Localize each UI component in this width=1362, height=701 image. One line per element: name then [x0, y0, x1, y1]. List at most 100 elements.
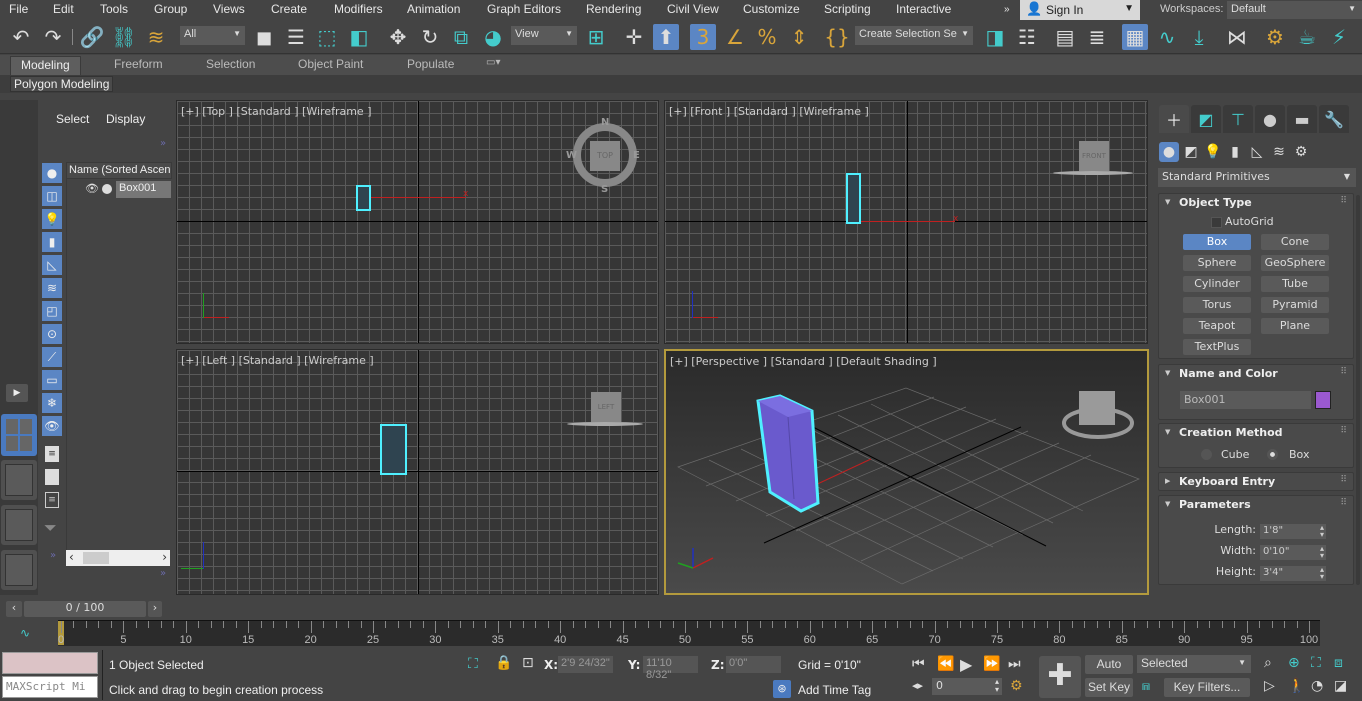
menu-rendering[interactable]: Rendering: [586, 2, 641, 16]
reference-coordinate-dropdown[interactable]: View ▼: [511, 26, 577, 45]
zoom-icon[interactable]: ⌕: [1264, 655, 1272, 671]
redo-icon[interactable]: ↷: [40, 24, 66, 50]
layer-explorer-icon[interactable]: ≣: [1084, 24, 1110, 50]
bind-space-warp-icon[interactable]: ≋: [143, 24, 169, 50]
display-all-icon[interactable]: ≡: [45, 446, 59, 462]
menu-interactive[interactable]: Interactive: [896, 2, 951, 16]
select-by-name-icon[interactable]: ☰: [283, 24, 309, 50]
zoom-all-icon[interactable]: ⊕: [1288, 655, 1300, 671]
x-coordinate-field[interactable]: 2'9 24/32": [558, 656, 613, 673]
next-frame-icon[interactable]: ⏩: [983, 656, 1000, 672]
hierarchy-tab-icon[interactable]: ⊤: [1223, 105, 1253, 133]
default-tangents-icon[interactable]: ⩎: [1142, 678, 1150, 694]
pivot-center-icon[interactable]: ⊞: [583, 24, 609, 50]
unlink-icon[interactable]: ⛓: [111, 24, 137, 50]
menu-scripting[interactable]: Scripting: [824, 2, 871, 16]
display-space-warps-icon[interactable]: ≋: [42, 278, 62, 298]
dope-sheet-icon[interactable]: ⤓: [1186, 24, 1212, 50]
box001-wireframe[interactable]: [356, 185, 371, 211]
go-to-end-icon[interactable]: ⏭: [1008, 656, 1021, 672]
rectangular-selection-icon[interactable]: ⬚: [314, 24, 340, 50]
tube-button[interactable]: Tube: [1261, 276, 1329, 292]
render-production-icon[interactable]: ⚡: [1326, 24, 1352, 50]
spinner-arrows-icon[interactable]: ▴ ▾: [1320, 524, 1324, 539]
display-groups-icon[interactable]: ◰: [42, 301, 62, 321]
sphere-button[interactable]: Sphere: [1183, 255, 1251, 271]
display-helpers-icon[interactable]: ◺: [42, 255, 62, 275]
list-item[interactable]: Box001: [116, 181, 171, 198]
plane-button[interactable]: Plane: [1261, 318, 1329, 334]
expand-arrow-icon[interactable]: ▶: [1165, 477, 1170, 485]
time-configuration-icon[interactable]: ⚙: [1010, 678, 1023, 694]
move-icon[interactable]: ✥: [385, 24, 411, 50]
column-header-name[interactable]: Name (Sorted Ascending): [66, 162, 172, 179]
display-lights-icon[interactable]: 💡: [42, 209, 62, 229]
orbit-icon[interactable]: ◔: [1311, 678, 1323, 694]
horizontal-scrollbar[interactable]: ‹ ›: [66, 550, 170, 566]
menu-group[interactable]: Group: [154, 2, 187, 16]
viewport-left[interactable]: LEFT [+] [Left ] [Standard ] [Wireframe …: [176, 349, 659, 595]
toggle-ribbon-icon[interactable]: ▦: [1122, 24, 1148, 50]
field-of-view-icon[interactable]: ▷: [1264, 678, 1275, 694]
y-coordinate-field[interactable]: 11'10 8/32": [643, 656, 698, 681]
curve-editor-icon[interactable]: ∿: [1154, 24, 1180, 50]
spinner-arrows-icon[interactable]: ▴ ▾: [1320, 566, 1324, 581]
collapse-arrow-icon[interactable]: ▼: [1165, 198, 1170, 206]
zoom-extents-all-icon[interactable]: ⧈: [1334, 655, 1343, 671]
menu-graph-editors[interactable]: Graph Editors: [487, 2, 561, 16]
walk-through-icon[interactable]: 🚶: [1288, 678, 1305, 694]
polygon-modeling-panel[interactable]: Polygon Modeling: [10, 76, 114, 92]
expand-icon[interactable]: »: [160, 138, 166, 149]
menu-tools[interactable]: Tools: [100, 2, 128, 16]
viewport-label[interactable]: [+] [Front ] [Standard ] [Wireframe ]: [669, 105, 869, 118]
set-key-button[interactable]: Set Key: [1085, 678, 1133, 697]
zoom-extents-icon[interactable]: ⛶: [1311, 655, 1321, 671]
scale-icon[interactable]: ⧉: [448, 24, 474, 50]
align-icon[interactable]: ☷: [1014, 24, 1040, 50]
track-bar[interactable]: 0 5 10 15 20 25 30 35 40 45 50 55 60 65 70 75 80 85 90 95 10…: [58, 620, 1320, 646]
drag-handle-icon[interactable]: ⠿: [1340, 498, 1347, 508]
play-icon[interactable]: ▶: [960, 655, 972, 674]
undo-icon[interactable]: ↶: [8, 24, 34, 50]
ribbon-tab-selection[interactable]: Selection: [206, 57, 255, 71]
rendered-frame-window-icon[interactable]: ☕: [1294, 24, 1320, 50]
teapot-button[interactable]: Teapot: [1183, 318, 1251, 334]
menu-file[interactable]: File: [9, 2, 28, 16]
chevron-right-icon[interactable]: ›: [162, 550, 167, 564]
add-time-tag-label[interactable]: Add Time Tag: [798, 683, 871, 697]
scene-explorer-tab-select[interactable]: Select: [56, 112, 89, 126]
previous-frame-icon[interactable]: ⏪: [937, 656, 954, 672]
textplus-button[interactable]: TextPlus: [1183, 339, 1251, 355]
absolute-mode-icon[interactable]: ⊡: [522, 655, 534, 671]
length-spinner[interactable]: 1'8" ▴ ▾: [1260, 524, 1326, 539]
height-spinner[interactable]: 3'4" ▴ ▾: [1260, 566, 1326, 581]
spinner-arrows-icon[interactable]: ▴ ▾: [1320, 545, 1324, 560]
menu-edit[interactable]: Edit: [53, 2, 74, 16]
display-containers-icon[interactable]: ▭: [42, 370, 62, 390]
eye-icon[interactable]: 👁: [85, 182, 99, 195]
display-frozen-icon[interactable]: 👁: [42, 416, 62, 436]
rollout-title[interactable]: Parameters: [1179, 498, 1251, 511]
ribbon-tab-freeform[interactable]: Freeform: [114, 57, 163, 71]
named-selection-dropdown[interactable]: Create Selection Se ▼: [855, 26, 973, 45]
placement-icon[interactable]: ◕: [480, 24, 506, 50]
display-invert-icon[interactable]: ≡: [45, 492, 59, 508]
expand-layouts-button[interactable]: ▶: [6, 384, 28, 402]
freeze-dot-icon[interactable]: [102, 184, 112, 194]
space-warps-icon[interactable]: ≋: [1269, 142, 1289, 162]
sign-in-button[interactable]: 👤 Sign In ▼: [1020, 0, 1140, 20]
scrollbar-thumb[interactable]: [83, 552, 109, 564]
viewport-label[interactable]: [+] [Top ] [Standard ] [Wireframe ]: [181, 105, 372, 118]
selection-lock-icon[interactable]: 🔒: [495, 655, 512, 671]
category-dropdown[interactable]: Standard Primitives ▼: [1158, 168, 1356, 187]
viewport-label[interactable]: [+] [Left ] [Standard ] [Wireframe ]: [181, 354, 374, 367]
helpers-icon[interactable]: ◺: [1247, 142, 1267, 162]
scene-explorer-icon[interactable]: ▤: [1052, 24, 1078, 50]
expand-icon[interactable]: »: [160, 568, 166, 579]
select-manipulate-icon[interactable]: ✛: [621, 24, 647, 50]
menu-overflow-icon[interactable]: »: [1004, 4, 1010, 15]
layout-four-viewports[interactable]: [1, 414, 37, 456]
systems-icon[interactable]: ⚙: [1291, 142, 1311, 162]
menu-customize[interactable]: Customize: [743, 2, 800, 16]
angle-snap-icon[interactable]: ∠: [722, 24, 748, 50]
